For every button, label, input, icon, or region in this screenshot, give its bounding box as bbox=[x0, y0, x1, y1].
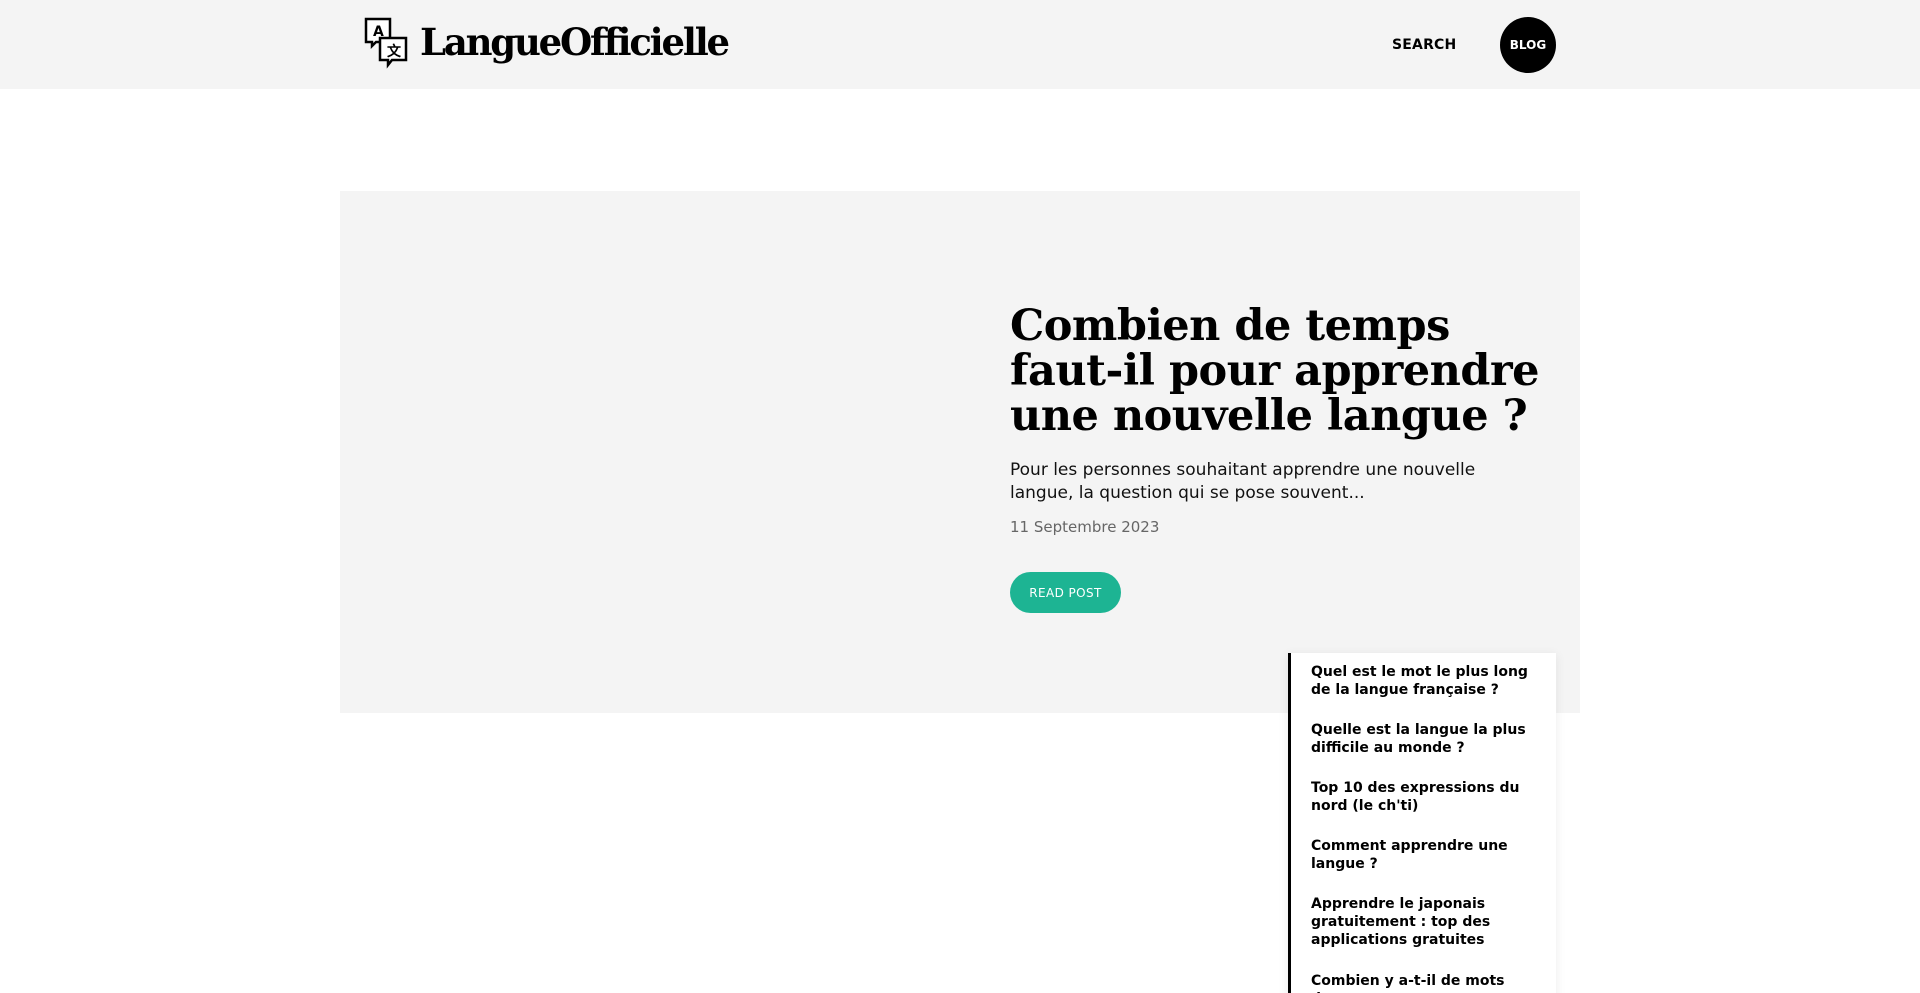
related-post-item[interactable]: Quel est le mot le plus long de la langu… bbox=[1311, 663, 1547, 699]
featured-post-date: 11 Septembre 2023 bbox=[1010, 518, 1160, 536]
featured-post-card: Combien de temps faut-il pour apprendre … bbox=[340, 191, 1580, 713]
translate-bubbles-icon: A 文 bbox=[364, 16, 420, 72]
related-post-item[interactable]: Combien y a-t-il de mots dans bbox=[1311, 972, 1547, 993]
svg-text:文: 文 bbox=[387, 43, 402, 60]
site-header: A 文 LangueOfficielle SEARCH BLOG bbox=[0, 0, 1920, 89]
nav-search-link[interactable]: SEARCH bbox=[1392, 33, 1456, 57]
related-post-item[interactable]: Apprendre le japonais gratuitement : top… bbox=[1311, 895, 1547, 949]
site-logo[interactable]: A 文 LangueOfficielle bbox=[364, 16, 730, 72]
related-post-item[interactable]: Quelle est la langue la plus difficile a… bbox=[1311, 721, 1547, 757]
featured-post-title[interactable]: Combien de temps faut-il pour apprendre … bbox=[1010, 304, 1550, 439]
logo-wordmark: LangueOfficielle bbox=[420, 19, 730, 64]
related-post-item[interactable]: Top 10 des expressions du nord (le ch'ti… bbox=[1311, 779, 1547, 815]
read-post-button[interactable]: READ POST bbox=[1010, 572, 1121, 613]
featured-post-excerpt: Pour les personnes souhaitant apprendre … bbox=[1010, 460, 1476, 503]
nav-blog-button[interactable]: BLOG bbox=[1500, 17, 1556, 73]
svg-text:A: A bbox=[373, 24, 384, 40]
related-posts-list: Quel est le mot le plus long de la langu… bbox=[1288, 653, 1556, 993]
related-post-item[interactable]: Comment apprendre une langue ? bbox=[1311, 837, 1547, 873]
featured-post-image[interactable] bbox=[340, 191, 980, 713]
